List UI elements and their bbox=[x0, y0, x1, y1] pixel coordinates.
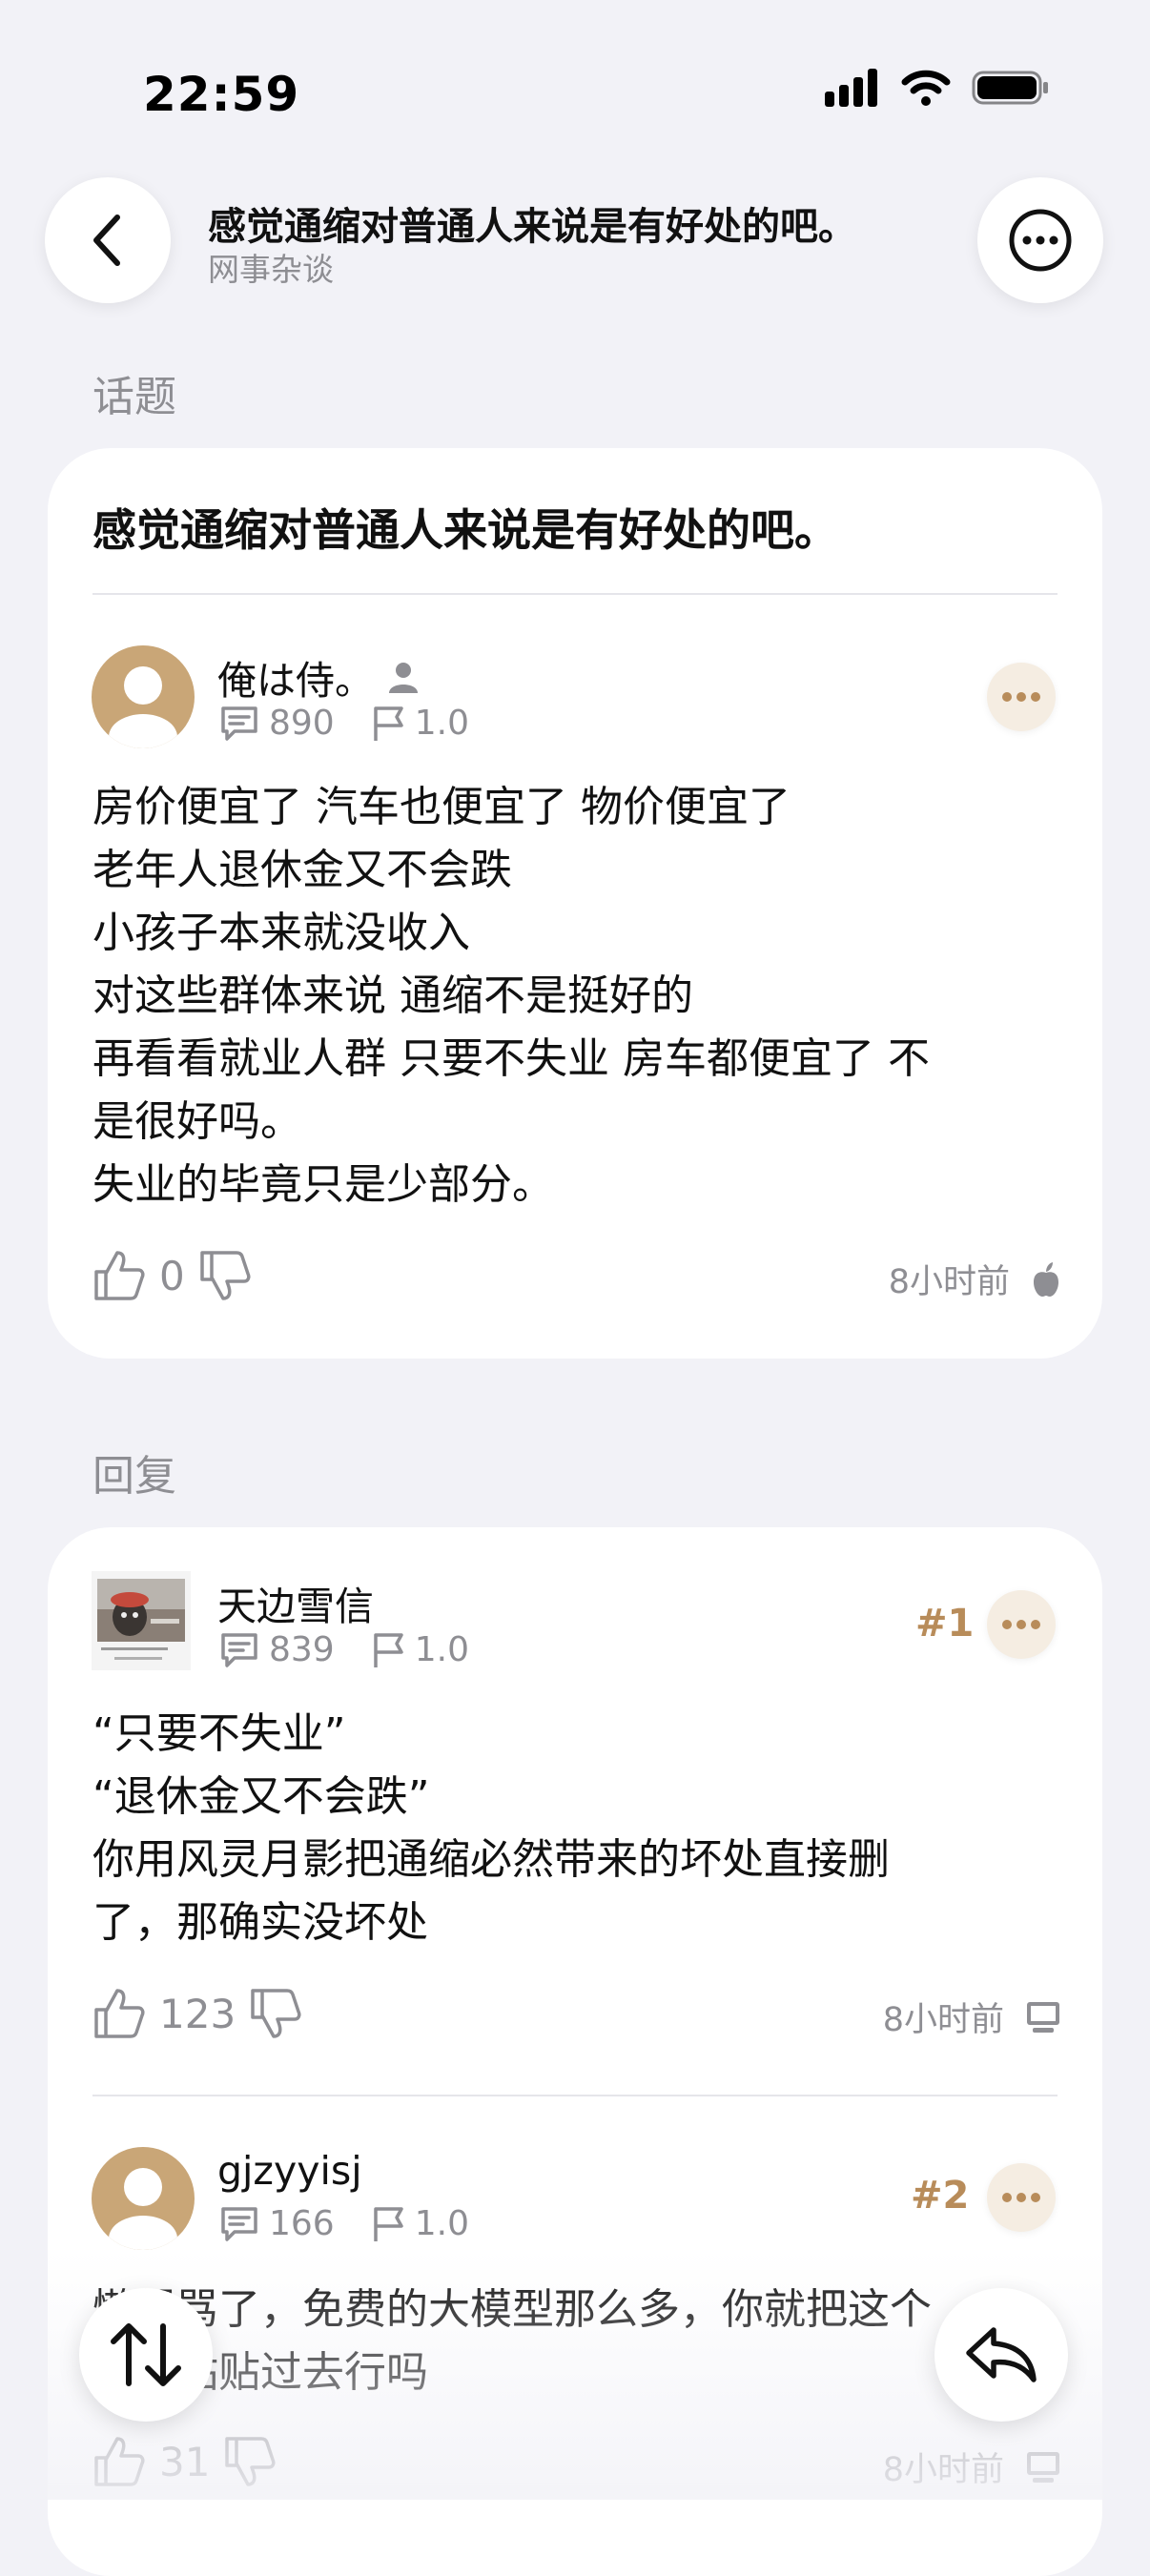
thumbs-up-icon[interactable] bbox=[92, 1249, 146, 1302]
body-line: 懒得骂了，免费的大模型那么多，你就把这个 bbox=[92, 2285, 932, 2334]
reply-author[interactable]: gjzyyisj bbox=[217, 2148, 362, 2194]
flag-icon bbox=[373, 2206, 403, 2241]
topic-body: 房价便宜了 汽车也便宜了 物价便宜了 老年人退休金又不会跌 小孩子本来就没收入 … bbox=[92, 776, 1075, 1216]
header-title: 感觉通缩对普通人来说是有好处的吧。 bbox=[208, 205, 856, 249]
floor-number: #2 bbox=[911, 2174, 970, 2218]
sort-arrows-icon bbox=[111, 2323, 181, 2386]
post-time: 8小时前 bbox=[888, 1263, 1010, 1301]
comment-icon bbox=[221, 1632, 257, 1667]
default-avatar-icon bbox=[92, 645, 195, 748]
ellipsis-icon bbox=[1002, 692, 1040, 702]
ellipsis-icon bbox=[1002, 1620, 1040, 1629]
avatar[interactable] bbox=[92, 645, 195, 748]
topic-divider bbox=[92, 593, 1058, 595]
default-avatar-icon bbox=[92, 2147, 195, 2250]
battery-icon bbox=[972, 71, 1048, 105]
body-line: 小孩子本来就没收入 bbox=[92, 909, 470, 957]
like-count: 0 bbox=[159, 1252, 185, 1299]
thumbs-down-icon[interactable] bbox=[223, 2435, 277, 2488]
body-line: “退休金又不会跌” bbox=[92, 1772, 430, 1821]
chevron-left-icon bbox=[93, 215, 120, 266]
cellular-signal-icon bbox=[825, 69, 877, 107]
avatar[interactable] bbox=[92, 1571, 191, 1670]
comment-icon bbox=[221, 705, 257, 741]
body-line: 老年人退休金又不会跌 bbox=[92, 846, 512, 894]
status-time: 22:59 bbox=[143, 67, 300, 122]
reply-author-meta: 166 1.0 bbox=[219, 2204, 469, 2243]
person-icon bbox=[389, 663, 418, 693]
replies-section-label: 回复 bbox=[92, 1452, 176, 1501]
topic-author[interactable]: 俺は侍。 bbox=[217, 648, 420, 705]
reply-more-button[interactable] bbox=[987, 2163, 1056, 2232]
topic-author-meta: 890 1.0 bbox=[219, 704, 469, 743]
comment-count: 839 bbox=[269, 1630, 335, 1669]
reply-body: “只要不失业” “退休金又不会跌” 你用风灵月影把通缩必然带来的坏处直接删 了，… bbox=[92, 1703, 1075, 1954]
reply-author[interactable]: 天边雪信 bbox=[217, 1574, 374, 1631]
body-line: 再看看就业人群 只要不失业 房车都便宜了 不 bbox=[92, 1034, 930, 1083]
post-time: 8小时前 bbox=[882, 2001, 1004, 2039]
reply-divider bbox=[92, 2095, 1058, 2096]
reply-arrow-icon bbox=[966, 2327, 1037, 2382]
thumbs-down-icon[interactable] bbox=[249, 1987, 302, 2040]
reply-more-button[interactable] bbox=[987, 1590, 1056, 1659]
status-icons bbox=[825, 69, 1050, 107]
reply-votes: 31 bbox=[92, 2435, 277, 2488]
body-line: “只要不失业” bbox=[92, 1709, 346, 1758]
like-count: 123 bbox=[159, 1990, 236, 2037]
avatar[interactable] bbox=[92, 2147, 195, 2250]
reply-body: 懒得骂了，免费的大模型那么多，你就把这个 问题粘贴过去行吗 bbox=[92, 2279, 1075, 2404]
body-line: 问题粘贴过去行吗 bbox=[92, 2348, 428, 2397]
body-line: 房价便宜了 汽车也便宜了 物价便宜了 bbox=[92, 783, 791, 831]
comment-icon bbox=[221, 2206, 257, 2241]
wifi-icon bbox=[901, 70, 951, 106]
reply-votes: 123 bbox=[92, 1987, 302, 2040]
topic-section-label: 话题 bbox=[92, 373, 176, 421]
user-photo-avatar bbox=[92, 1571, 191, 1670]
topic-more-button[interactable] bbox=[987, 663, 1056, 731]
comment-count: 890 bbox=[269, 704, 335, 743]
reply-timestamp: 8小时前 bbox=[883, 2443, 1061, 2491]
thumbs-down-icon[interactable] bbox=[198, 1249, 252, 1302]
ellipsis-circle-icon bbox=[1009, 209, 1072, 272]
topic-votes: 0 bbox=[92, 1249, 252, 1302]
thumbs-up-icon[interactable] bbox=[92, 2435, 146, 2488]
desktop-icon bbox=[1027, 2451, 1059, 2483]
topic-title: 感觉通缩对普通人来说是有好处的吧。 bbox=[92, 504, 838, 556]
sort-toggle-button[interactable] bbox=[79, 2288, 213, 2422]
ellipsis-icon bbox=[1002, 2193, 1040, 2202]
more-options-button[interactable] bbox=[977, 177, 1103, 303]
body-line: 是很好吗。 bbox=[92, 1097, 302, 1146]
reply-author-meta: 839 1.0 bbox=[219, 1630, 469, 1669]
body-line: 了，那确实没坏处 bbox=[92, 1898, 428, 1947]
reply-timestamp: 8小时前 bbox=[883, 1993, 1061, 2041]
level: 1.0 bbox=[414, 704, 469, 743]
thumbs-up-icon[interactable] bbox=[92, 1987, 146, 2040]
body-line: 失业的毕竟只是少部分。 bbox=[92, 1160, 554, 1209]
post-time: 8小时前 bbox=[882, 2451, 1004, 2489]
flag-icon bbox=[373, 1632, 403, 1667]
back-button[interactable] bbox=[45, 177, 171, 303]
level: 1.0 bbox=[414, 2204, 469, 2243]
level: 1.0 bbox=[414, 1630, 469, 1669]
apple-icon bbox=[1034, 1261, 1058, 1297]
flag-icon bbox=[373, 705, 403, 741]
floor-number: #1 bbox=[915, 1602, 975, 1646]
body-line: 对这些群体来说 通缩不是挺好的 bbox=[92, 971, 693, 1020]
comment-count: 166 bbox=[269, 2204, 335, 2243]
body-line: 你用风灵月影把通缩必然带来的坏处直接删 bbox=[92, 1835, 890, 1884]
replies-card bbox=[48, 1527, 1102, 2576]
author-name: 俺は侍。 bbox=[217, 658, 374, 704]
topic-timestamp: 8小时前 bbox=[889, 1255, 1061, 1303]
reply-button[interactable] bbox=[934, 2288, 1068, 2422]
like-count: 31 bbox=[159, 2438, 211, 2485]
header-subtitle[interactable]: 网事杂谈 bbox=[208, 244, 334, 290]
desktop-icon bbox=[1027, 2001, 1059, 2033]
